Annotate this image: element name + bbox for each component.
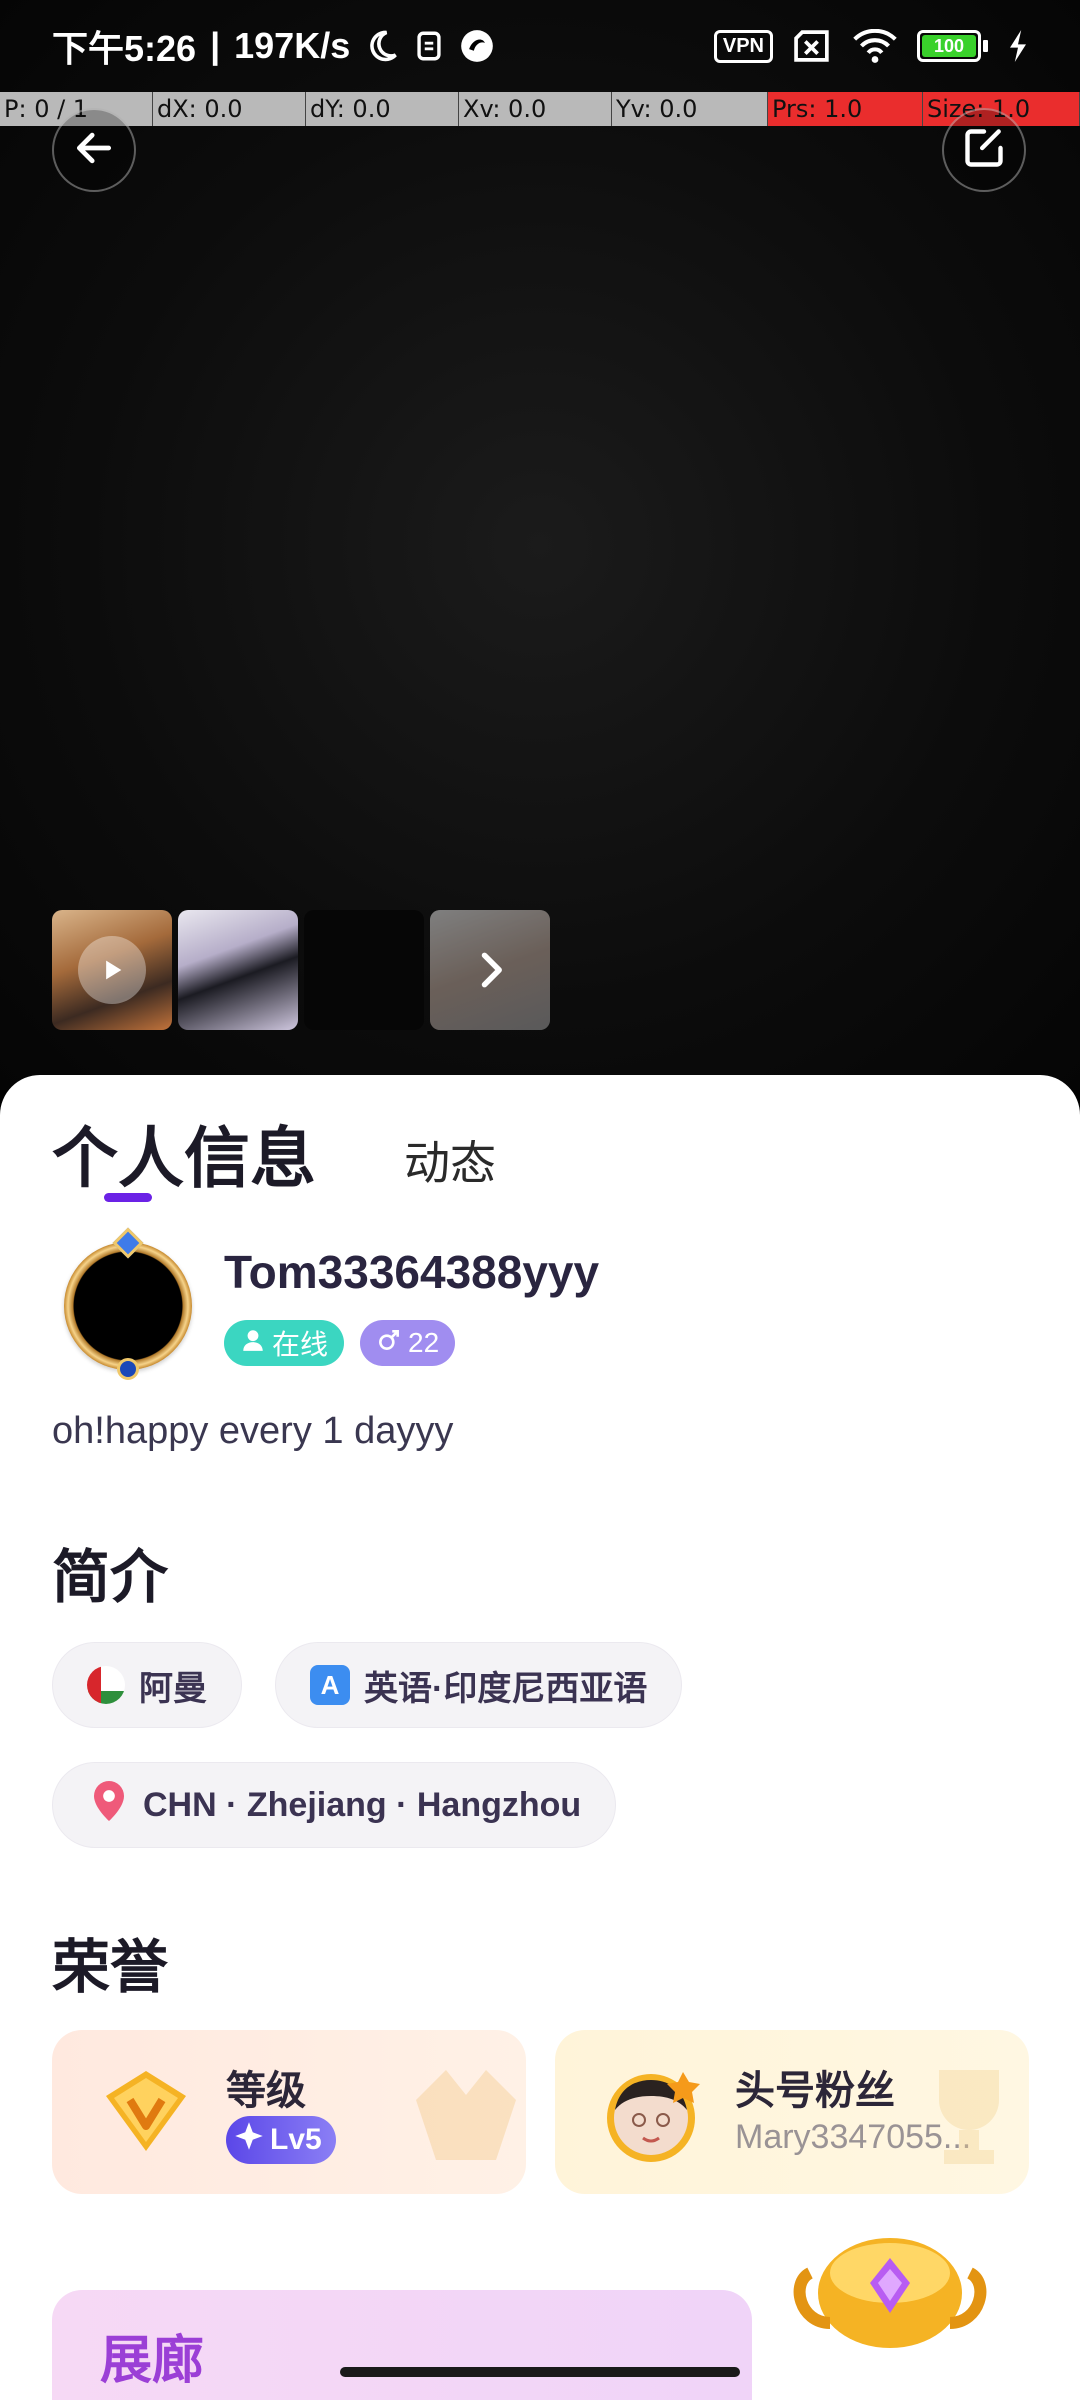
profile-sheet: 个人信息 动态 Tom33364388yyy 在线 22 oh!happy ev…	[0, 1075, 1080, 2400]
location-label: CHN · Zhejiang · Hangzhou	[143, 1785, 582, 1824]
debug-xv: Xv: 0.0	[459, 92, 612, 126]
charging-icon	[1008, 30, 1028, 62]
gender-age-badge: 22	[360, 1320, 456, 1366]
language-chip: A 英语·印度尼西亚语	[275, 1642, 683, 1728]
gallery-label: 展廊	[100, 2332, 205, 2390]
media-thumbnails	[52, 910, 550, 1030]
language-label: 英语·印度尼西亚语	[364, 1669, 648, 1708]
wifi-icon	[853, 29, 897, 63]
app-logo-icon	[458, 27, 496, 65]
edit-profile-button[interactable]	[942, 108, 1026, 192]
fan-avatar	[601, 2064, 711, 2169]
back-button[interactable]	[52, 108, 136, 192]
vpn-icon: VPN	[713, 29, 773, 63]
network-speed: 197K/s	[234, 25, 351, 66]
avatar-frame	[64, 1242, 192, 1370]
tab-profile-info[interactable]: 个人信息	[52, 1105, 316, 1201]
online-status-label: 在线	[272, 1329, 329, 1360]
no-sim-icon	[793, 29, 833, 63]
country-label: 阿曼	[139, 1669, 207, 1708]
battery-level: 100	[922, 35, 976, 57]
top-fan-title: 头号粉丝	[735, 2069, 895, 2113]
sparkle-icon	[234, 2121, 264, 2159]
country-chip: 阿曼	[52, 1642, 242, 1728]
arrow-left-icon	[72, 126, 116, 175]
user-badges: 在线 22	[224, 1320, 456, 1366]
gem-icon	[117, 1358, 139, 1380]
level-value: Lv5	[270, 2123, 322, 2156]
male-icon	[376, 1327, 402, 1360]
level-card[interactable]: 等级 Lv5	[52, 2030, 526, 2194]
notification-icon	[414, 29, 444, 63]
language-icon: A	[310, 1665, 350, 1705]
status-bar: 下午5:26 | 197K/s VPN 100	[0, 0, 1080, 92]
debug-dy: dY: 0.0	[306, 92, 459, 126]
trophy-watermark-icon	[909, 2050, 1029, 2180]
battery-icon: 100	[917, 30, 988, 62]
moon-icon	[364, 28, 400, 64]
crown-watermark-icon	[406, 2050, 526, 2180]
photo-thumbnail[interactable]	[178, 910, 298, 1030]
level-badge: Lv5	[226, 2116, 336, 2164]
profile-tabs: 个人信息 动态	[52, 1105, 496, 1201]
tab-indicator	[104, 1193, 152, 1202]
top-fan-card[interactable]: 头号粉丝 Mary3347055...	[555, 2030, 1029, 2194]
trophy-icon	[780, 2233, 1000, 2373]
play-icon	[78, 936, 146, 1004]
level-title: 等级	[226, 2069, 306, 2113]
intro-section-title: 简介	[52, 1545, 169, 1610]
chevron-right-icon	[430, 910, 550, 1030]
avatar[interactable]	[58, 1227, 198, 1380]
person-icon	[240, 1327, 266, 1360]
profile-hero: 下午5:26 | 197K/s VPN 100 P: 0 / 1 dX: 0.0…	[0, 0, 1080, 1090]
debug-dx: dX: 0.0	[153, 92, 306, 126]
debug-yv: Yv: 0.0	[612, 92, 768, 126]
status-time: 下午5:26	[52, 28, 197, 69]
pointer-debug-overlay: P: 0 / 1 dX: 0.0 dY: 0.0 Xv: 0.0 Yv: 0.0…	[0, 92, 1080, 126]
edit-icon	[962, 126, 1006, 175]
honors-section-title: 荣誉	[52, 1935, 169, 2000]
user-bio: oh!happy every 1 dayyy	[52, 1410, 454, 1452]
home-indicator[interactable]	[340, 2367, 740, 2377]
location-pin-icon	[89, 1779, 129, 1832]
level-crown-icon	[96, 2066, 196, 2161]
status-separator: |	[210, 25, 221, 66]
online-status-badge: 在线	[224, 1320, 345, 1366]
debug-pressure: Prs: 1.0	[768, 92, 923, 126]
age-label: 22	[408, 1327, 440, 1358]
video-thumbnail[interactable]	[52, 910, 172, 1030]
username: Tom33364388yyy	[224, 1246, 600, 1298]
photo-thumbnail[interactable]	[304, 910, 424, 1030]
gallery-card[interactable]: 展廊	[52, 2290, 752, 2400]
location-chip: CHN · Zhejiang · Hangzhou	[52, 1762, 617, 1848]
more-photos-button[interactable]	[430, 910, 550, 1030]
tab-moments[interactable]: 动态	[404, 1127, 496, 1201]
oman-flag-icon	[87, 1666, 125, 1704]
